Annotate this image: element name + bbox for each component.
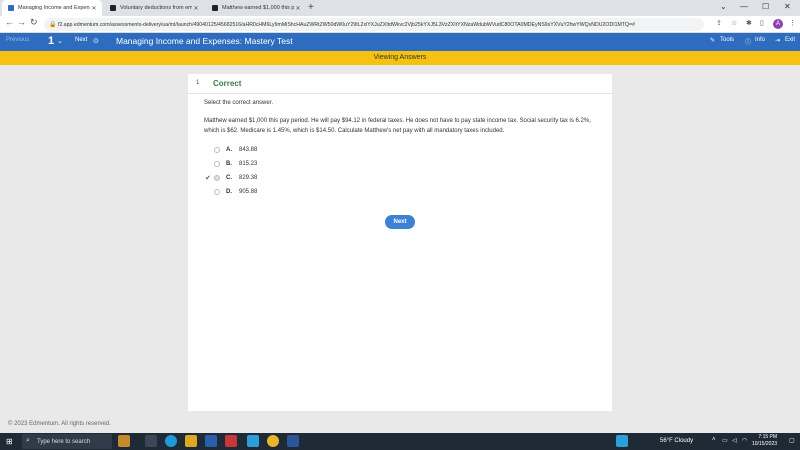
chrome-icon[interactable] [267, 435, 279, 447]
option-letter: D. [226, 189, 232, 195]
new-tab-button[interactable]: + [308, 2, 314, 13]
info-button[interactable]: Info [755, 37, 765, 43]
question-text: Matthew earned $1,000 this pay period. H… [204, 118, 591, 134]
app-l-icon[interactable] [247, 435, 259, 447]
share-icon[interactable]: ⇪ [716, 19, 722, 27]
taskbar-clock[interactable]: 7:15 PM 10/15/2023 [752, 434, 777, 448]
profile-avatar[interactable]: A [773, 19, 783, 29]
forward-arrow-icon[interactable]: → [17, 17, 26, 27]
clock-time: 7:15 PM [758, 434, 778, 440]
file-explorer-icon[interactable] [185, 435, 197, 447]
address-bar-row: ← → ↻ 🔒 f2.app.edmentum.com/assessments-… [0, 16, 800, 33]
close-icon[interactable]: ✕ [192, 5, 200, 12]
task-view-icon[interactable] [145, 435, 157, 447]
chevron-down-icon[interactable]: ⌄ [720, 2, 727, 11]
tools-button[interactable]: Tools [720, 37, 734, 43]
maximize-icon[interactable]: ☐ [762, 2, 769, 11]
option-letter: C. [226, 175, 232, 181]
close-icon[interactable]: ✕ [294, 5, 302, 12]
search-icon: ⌕ [26, 437, 30, 444]
answer-option-d[interactable]: D. 905.88 [214, 189, 257, 195]
tab-label: Voluntary deductions from emp [120, 5, 192, 11]
store-icon[interactable] [205, 435, 217, 447]
speaker-icon[interactable]: ◁ [732, 437, 737, 444]
next-circle-icon[interactable]: ⊙ [93, 37, 99, 45]
option-value: 905.88 [239, 189, 258, 195]
question-number-selector[interactable]: 1 [48, 35, 54, 47]
header-next-button[interactable]: Next [75, 37, 87, 43]
browser-tab-strip: Managing Income and Expenses ✕ Voluntary… [0, 0, 800, 16]
lock-icon: 🔒 [49, 22, 57, 28]
question-number: 1 [196, 80, 200, 86]
word-icon[interactable] [287, 435, 299, 447]
more-menu-icon[interactable]: ⋮ [789, 19, 796, 27]
tab-voluntary-deductions[interactable]: Voluntary deductions from emp ✕ [104, 0, 204, 16]
close-icon[interactable]: ✕ [90, 5, 98, 12]
option-value: 843.88 [239, 147, 258, 153]
taskbar-search[interactable]: ⌕ Type here to search [22, 434, 112, 449]
star-icon[interactable]: ☆ [731, 19, 737, 27]
search-placeholder: Type here to search [37, 438, 91, 445]
radio-button-selected[interactable] [214, 175, 220, 181]
instruction-text: Select the correct answer. [204, 100, 274, 106]
minimize-icon[interactable]: — [740, 2, 748, 11]
answer-option-b[interactable]: B. 815.23 [214, 161, 257, 167]
copyright-text: © 2023 Edmentum. All rights reserved. [8, 421, 111, 427]
test-title: Managing Income and Expenses: Mastery Te… [116, 36, 293, 46]
weather-widget[interactable]: 56°F Cloudy [660, 438, 693, 444]
brainly-favicon-icon [212, 5, 218, 11]
chevron-down-icon[interactable]: ⌄ [57, 37, 63, 45]
windows-taskbar: ⊞ ⌕ Type here to search 56°F Cloudy ˄ ▭ … [0, 433, 800, 450]
option-letter: B. [226, 161, 232, 167]
network-icon[interactable]: ▭ [722, 437, 728, 444]
chevron-up-icon[interactable]: ˄ [712, 437, 716, 443]
exit-button[interactable]: Exit [785, 37, 795, 43]
notification-icon[interactable]: ▢ [789, 437, 795, 444]
windows-start-icon[interactable]: ⊞ [6, 437, 13, 446]
answer-option-a[interactable]: A. 843.88 [214, 147, 257, 153]
tools-icon[interactable]: ✎ [710, 37, 715, 44]
sidebar-icon[interactable]: ▯ [760, 19, 764, 27]
result-status: Correct [213, 79, 242, 88]
tab-matthew-earned[interactable]: Matthew earned $1,000 this pay ✕ [206, 0, 306, 16]
info-icon[interactable]: ⓘ [745, 37, 751, 46]
exit-icon[interactable]: ⇥ [775, 37, 780, 44]
checkmark-icon: ✔ [205, 175, 211, 182]
tab-label: Managing Income and Expenses [18, 5, 90, 11]
radio-button[interactable] [214, 161, 220, 167]
answer-option-c[interactable]: C. 829.38 [214, 175, 257, 181]
question-header: 1 Correct [188, 74, 612, 94]
question-card: 1 Correct Select the correct answer. Mat… [188, 74, 612, 411]
app-icon[interactable] [118, 435, 130, 447]
app-header: Previous 1 ⌄ Next ⊙ Managing Income and … [0, 33, 800, 51]
extensions-icon[interactable]: ✱ [746, 19, 752, 27]
previous-button[interactable]: Previous [6, 37, 29, 43]
clock-date: 10/15/2023 [752, 441, 778, 447]
tab-managing-income[interactable]: Managing Income and Expenses ✕ [2, 0, 102, 16]
edge-icon[interactable] [165, 435, 177, 447]
wifi-icon[interactable]: ◠ [742, 437, 747, 444]
option-value: 815.23 [239, 161, 258, 167]
url-field[interactable]: 🔒 f2.app.edmentum.com/assessments-delive… [44, 18, 704, 31]
radio-button[interactable] [214, 147, 220, 153]
close-window-icon[interactable]: ✕ [784, 2, 791, 11]
option-value: 829.38 [239, 175, 258, 181]
url-text: f2.app.edmentum.com/assessments-delivery… [58, 21, 635, 28]
brainly-favicon-icon [110, 5, 116, 11]
radio-button[interactable] [214, 189, 220, 195]
mail-icon[interactable] [225, 435, 237, 447]
reload-icon[interactable]: ↻ [30, 17, 38, 28]
back-arrow-icon[interactable]: ← [5, 17, 14, 27]
tray-app-icon[interactable] [616, 435, 628, 447]
tab-label: Matthew earned $1,000 this pay [222, 5, 294, 11]
edmentum-favicon-icon [8, 5, 14, 11]
next-button[interactable]: Next [385, 215, 415, 229]
option-letter: A. [226, 147, 232, 153]
viewing-answers-banner: Viewing Answers [0, 51, 800, 65]
